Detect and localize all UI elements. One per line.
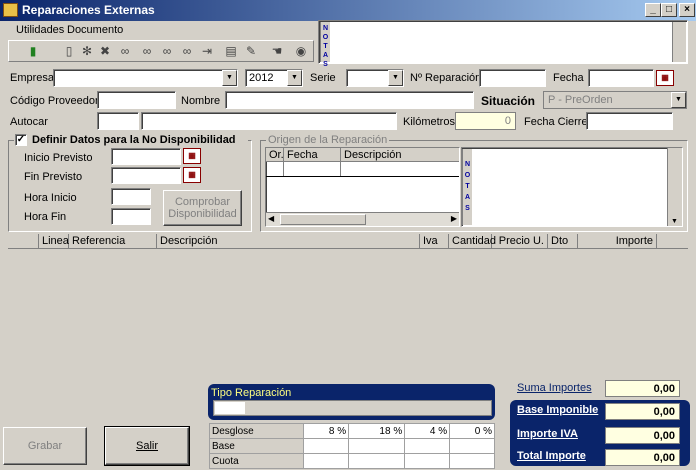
nombre-label: Nombre <box>181 95 221 107</box>
hora-fin-label: Hora Fin <box>24 211 67 223</box>
search-next-icon[interactable]: ∞ <box>140 44 154 58</box>
codigo-proveedor-input[interactable] <box>97 91 176 109</box>
chevron-down-icon[interactable]: ▼ <box>671 92 686 108</box>
suma-importes-label: Suma Importes <box>517 382 592 394</box>
stop-icon[interactable]: ◉ <box>294 44 308 58</box>
exit-door-icon[interactable]: ▮ <box>26 44 40 58</box>
empresa-select[interactable] <box>53 69 238 87</box>
chevron-down-icon[interactable]: ▼ <box>287 70 302 86</box>
origen-col-fecha: Fecha <box>287 149 318 161</box>
fin-previsto-input[interactable] <box>111 167 181 184</box>
origen-hscrollbar[interactable]: ◀ ▶ <box>266 212 459 226</box>
window-title: Reparaciones Externas <box>22 3 155 17</box>
handshake-icon[interactable]: ☚ <box>270 44 284 58</box>
maximize-button[interactable]: □ <box>661 3 677 17</box>
col-iva[interactable]: Iva <box>420 234 449 248</box>
notas-top-box[interactable] <box>318 20 688 64</box>
nreparacion-input[interactable] <box>479 69 546 87</box>
disponibilidad-checkbox-label: Definir Datos para la No Disponibilidad <box>32 134 236 146</box>
disponibilidad-checkbox[interactable]: ✓ <box>15 134 27 146</box>
situacion-select[interactable]: P - PreOrden <box>543 91 687 109</box>
nombre-input[interactable] <box>225 91 474 109</box>
nreparacion-label: Nº Reparación <box>410 72 482 84</box>
fecha-cierre-label: Fecha Cierre <box>524 116 588 128</box>
total-importe-value: 0,00 <box>605 449 680 466</box>
salir-button[interactable]: Salir <box>104 426 190 466</box>
tipo-reparacion-select[interactable] <box>213 400 492 416</box>
eraser-icon[interactable]: ✎ <box>244 44 258 58</box>
delete-icon[interactable]: ✖ <box>98 44 112 58</box>
col-cantidad[interactable]: Cantidad <box>449 234 496 248</box>
kilometros-label: Kilómetros <box>403 116 455 128</box>
gear-icon[interactable]: ✻ <box>80 44 94 58</box>
base-imponible-value: 0,00 <box>605 403 680 420</box>
minimize-button[interactable]: _ <box>645 3 661 17</box>
notas-scrollbar[interactable] <box>672 22 686 62</box>
search-back-icon[interactable]: ∞ <box>180 44 194 58</box>
fecha-label: Fecha <box>553 72 584 84</box>
codigo-proveedor-label: Código Proveedor <box>10 95 99 107</box>
new-document-icon[interactable]: ▯ <box>62 44 76 58</box>
inicio-previsto-label: Inicio Previsto <box>24 152 93 164</box>
fecha-input[interactable] <box>588 69 654 87</box>
col-dto[interactable]: Dto <box>548 234 578 248</box>
col-importe[interactable]: Importe <box>578 234 657 248</box>
autocar-label: Autocar <box>10 116 48 128</box>
import-icon[interactable]: ⇥ <box>200 44 214 58</box>
inicio-previsto-input[interactable] <box>111 148 181 165</box>
col-referencia[interactable]: Referencia <box>69 234 157 248</box>
notas-origen-label: N O T A S <box>462 149 472 225</box>
app-icon <box>3 3 18 17</box>
fin-previsto-label: Fin Previsto <box>24 171 83 183</box>
close-button[interactable]: × <box>679 3 695 17</box>
hora-fin-input[interactable] <box>111 208 151 225</box>
calendar-icon[interactable]: ▦ <box>183 148 201 164</box>
suma-importes-value: 0,00 <box>605 380 680 397</box>
col-descripcion[interactable]: Descripción <box>157 234 420 248</box>
origen-title: Origen de la Reparación <box>266 134 390 146</box>
print-icon[interactable]: ▤ <box>224 44 238 58</box>
serie-label: Serie <box>310 72 336 84</box>
hora-inicio-label: Hora Inicio <box>24 192 77 204</box>
col-precio[interactable]: Precio U. <box>492 234 548 248</box>
autocar-description[interactable] <box>141 112 397 130</box>
comprobar-disponibilidad-button[interactable]: Comprobar Disponibilidad <box>163 190 242 226</box>
hora-inicio-input[interactable] <box>111 188 151 205</box>
total-importe-label: Total Importe <box>517 450 586 462</box>
chevron-down-icon[interactable]: ▼ <box>222 70 237 86</box>
notas-origen-scrollbar[interactable]: ▼ <box>667 148 682 226</box>
situacion-label: Situación <box>481 94 536 108</box>
col-linea[interactable]: Linea <box>39 234 69 248</box>
search-binoculars-icon[interactable]: ∞ <box>118 44 132 58</box>
autocar-input[interactable] <box>97 112 139 130</box>
base-imponible-label: Base Imponible <box>517 404 599 416</box>
notas-origen-box[interactable] <box>461 147 683 227</box>
desglose-table: Desglose 8 % 18 % 4 % 0 % Base Cuota <box>208 423 495 469</box>
chevron-down-icon[interactable]: ▼ <box>388 70 403 86</box>
fecha-cierre-input[interactable] <box>586 112 673 130</box>
grabar-button[interactable]: Grabar <box>3 427 87 465</box>
importe-iva-label: Importe IVA <box>517 428 578 440</box>
notas-top-label: N O T A S <box>320 22 330 68</box>
menu-documento[interactable]: Documento <box>67 24 123 36</box>
kilometros-input[interactable]: 0 <box>455 112 516 130</box>
menu-utilidades[interactable]: Utilidades <box>16 24 64 36</box>
title-bar: Reparaciones Externas _ □ × <box>0 0 696 21</box>
tipo-reparacion-title: Tipo Reparación <box>211 387 292 399</box>
importe-iva-value: 0,00 <box>605 427 680 444</box>
calendar-icon[interactable]: ▦ <box>656 70 674 86</box>
search-all-icon[interactable]: ∞ <box>160 44 174 58</box>
empresa-label: Empresa <box>10 72 55 84</box>
origen-col-or: Or. <box>269 149 284 161</box>
calendar-icon[interactable]: ▦ <box>183 167 201 183</box>
origen-col-descripcion: Descripción <box>344 149 402 161</box>
